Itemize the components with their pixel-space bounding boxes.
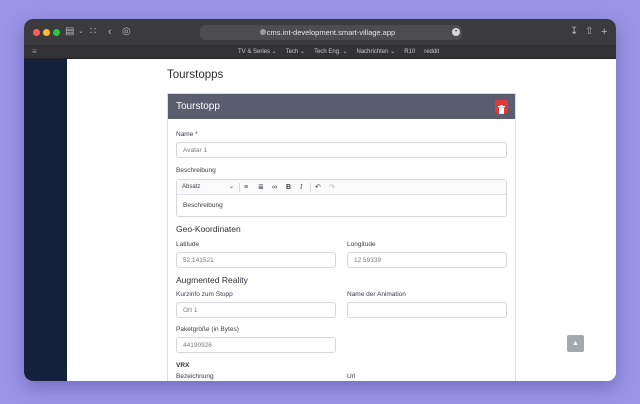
geo-coordinates-heading: Geo-Koordinaten bbox=[176, 224, 241, 234]
page-title: Tourstopps bbox=[167, 69, 224, 81]
name-label: Name * bbox=[176, 131, 198, 138]
bookmark-item[interactable]: reddit bbox=[424, 48, 439, 57]
editor-toolbar: Absatz ⌄ ≡ ≣ ∞ B I ↶ ↷ bbox=[177, 180, 506, 195]
kurzinfo-field[interactable]: Ort 1 bbox=[176, 302, 336, 318]
bezeichnung-label: Bezeichnung bbox=[176, 373, 214, 380]
chevron-down-icon[interactable]: ⌄ bbox=[229, 183, 234, 192]
trash-icon bbox=[498, 102, 505, 114]
beschreibung-label: Beschreibung bbox=[176, 167, 216, 174]
bookmark-item[interactable]: Tech Eng. ⌄ bbox=[314, 48, 347, 57]
rich-text-editor[interactable]: Absatz ⌄ ≡ ≣ ∞ B I ↶ ↷ Beschreibung bbox=[176, 179, 507, 217]
chevron-down-icon[interactable]: ⌄ bbox=[78, 26, 84, 38]
tourstopp-card: Tourstopp Name * Avatar 1 Beschreibung A… bbox=[167, 93, 516, 381]
kurzinfo-label: Kurzinfo zum Stopp bbox=[176, 291, 233, 298]
bookmark-item[interactable]: Nachrichten ⌄ bbox=[356, 48, 395, 57]
paketgroesse-label: Paketgröße (in Bytes) bbox=[176, 326, 239, 333]
augmented-reality-heading: Augmented Reality bbox=[176, 275, 248, 285]
link-icon[interactable]: ∞ bbox=[272, 183, 277, 192]
paragraph-format-select[interactable]: Absatz bbox=[182, 183, 200, 192]
app-sidebar bbox=[24, 59, 67, 381]
card-header: Tourstopp bbox=[168, 94, 515, 119]
url-label: Url bbox=[347, 373, 356, 380]
undo-icon[interactable]: ↶ bbox=[315, 183, 321, 192]
share-icon[interactable]: ⇧ bbox=[585, 26, 593, 38]
toolbar-divider bbox=[310, 183, 311, 192]
italic-icon[interactable]: I bbox=[300, 183, 302, 192]
close-window-button[interactable] bbox=[33, 29, 40, 36]
paketgroesse-field[interactable]: 44190926 bbox=[176, 337, 336, 353]
sidebar-toggle-icon[interactable]: ▤ bbox=[65, 26, 74, 38]
main-content: Tourstopps Tourstopp Name * Avatar 1 Bes… bbox=[67, 59, 616, 381]
download-icon[interactable]: ↧ bbox=[570, 26, 578, 38]
chevron-up-icon: ▲ bbox=[572, 340, 579, 347]
reader-icon[interactable]: • bbox=[452, 28, 460, 36]
browser-window: ▤ ⌄ ∷ ‹ ◎ cms.int-development.smart-vill… bbox=[24, 19, 616, 381]
longitude-field[interactable]: 12.59339 bbox=[347, 252, 507, 268]
card-title: Tourstopp bbox=[176, 101, 220, 112]
editor-content[interactable]: Beschreibung bbox=[183, 202, 223, 209]
bold-icon[interactable]: B bbox=[286, 183, 291, 192]
back-arrow-icon[interactable]: ‹ bbox=[108, 26, 112, 38]
page-viewport: Tourstopps Tourstopp Name * Avatar 1 Bes… bbox=[24, 59, 616, 381]
site-favicon-icon[interactable]: ◎ bbox=[122, 26, 131, 38]
toolbar-divider bbox=[239, 183, 240, 192]
scroll-to-top-button[interactable]: ▲ bbox=[567, 335, 584, 352]
url-text: cms.int-development.smart-village.app bbox=[266, 28, 396, 37]
delete-button[interactable] bbox=[495, 100, 508, 114]
bookmark-list: TV & Series ⌄ Tech ⌄ Tech Eng. ⌄ Nachric… bbox=[238, 48, 439, 57]
animation-name-field[interactable] bbox=[347, 302, 507, 318]
address-bar[interactable]: cms.int-development.smart-village.app • bbox=[200, 25, 462, 40]
latitude-field[interactable]: 52.141521 bbox=[176, 252, 336, 268]
numbered-list-icon[interactable]: ≣ bbox=[258, 183, 264, 192]
browser-titlebar: ▤ ⌄ ∷ ‹ ◎ cms.int-development.smart-vill… bbox=[24, 19, 616, 46]
bookmark-item[interactable]: Tech ⌄ bbox=[286, 48, 305, 57]
minimize-window-button[interactable] bbox=[43, 29, 50, 36]
bulleted-list-icon[interactable]: ≡ bbox=[244, 183, 248, 192]
name-field[interactable]: Avatar 1 bbox=[176, 142, 507, 158]
redo-icon[interactable]: ↷ bbox=[329, 183, 335, 192]
longitude-label: Longitude bbox=[347, 241, 376, 248]
tab-overview-icon[interactable]: ∷ bbox=[90, 26, 96, 38]
bookmark-item[interactable]: TV & Series ⌄ bbox=[238, 48, 277, 57]
latitude-label: Latitude bbox=[176, 241, 200, 248]
new-tab-icon[interactable]: + bbox=[601, 26, 607, 38]
vrx-heading: VRX bbox=[176, 362, 190, 369]
sidebar-menu-icon[interactable]: ≡ bbox=[32, 47, 37, 56]
animation-name-label: Name der Animation bbox=[347, 291, 406, 298]
bookmarks-bar: ≡ TV & Series ⌄ Tech ⌄ Tech Eng. ⌄ Nachr… bbox=[24, 46, 616, 59]
bookmark-item[interactable]: R10 bbox=[404, 48, 415, 57]
maximize-window-button[interactable] bbox=[53, 29, 60, 36]
